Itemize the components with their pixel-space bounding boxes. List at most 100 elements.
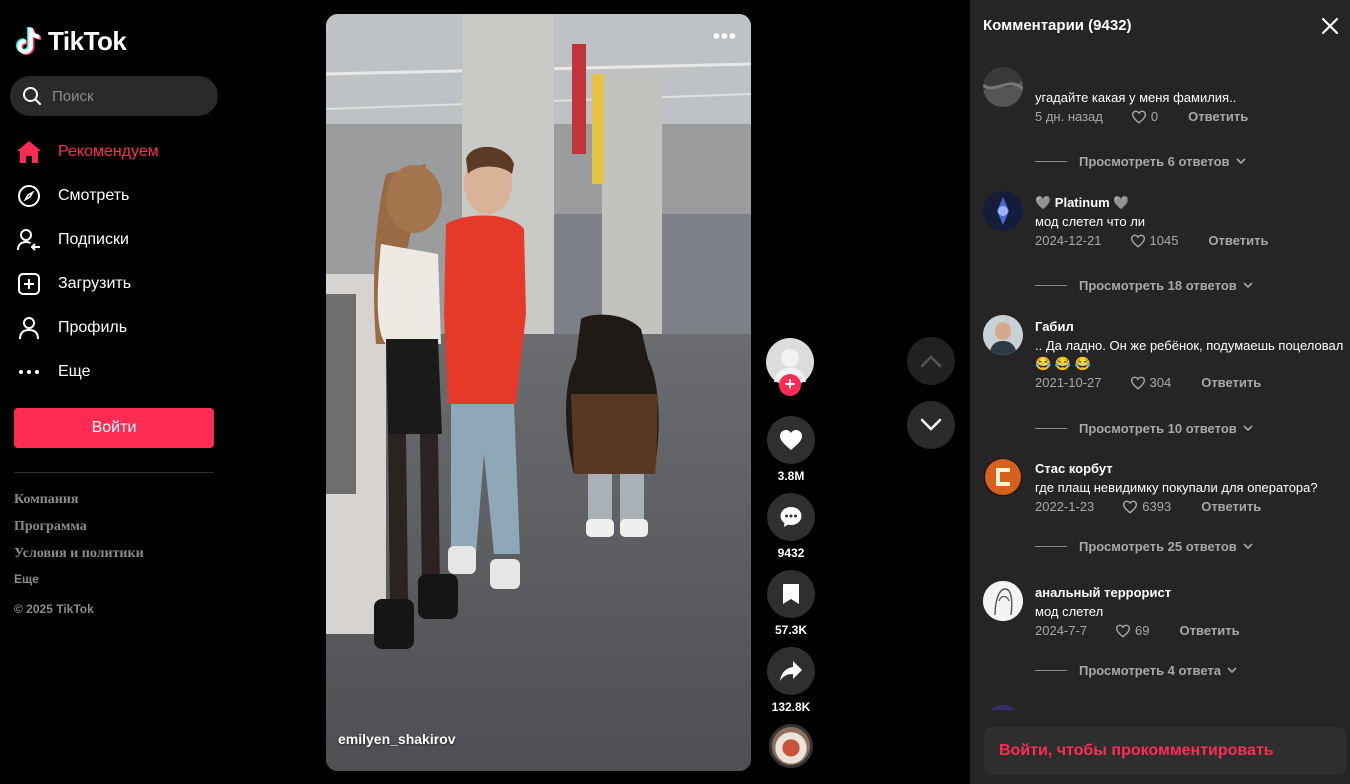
footer-link-company[interactable]: Компания — [14, 490, 144, 517]
reply-button[interactable]: Ответить — [1208, 233, 1268, 248]
replies-divider — [1035, 285, 1067, 286]
comment-username[interactable]: Габил — [1035, 319, 1074, 334]
heart-outline-icon — [1130, 376, 1145, 390]
comment-meta: 5 дн. назад 0 Ответить — [1035, 109, 1248, 124]
comment-like-count: 304 — [1149, 375, 1172, 390]
reply-button[interactable]: Ответить — [1201, 499, 1261, 514]
nav-label-following: Подписки — [58, 231, 129, 248]
comment-like-button[interactable]: 6393 — [1122, 499, 1171, 514]
footer-links: Компания Программа Условия и политики Ещ… — [14, 490, 144, 616]
heart-outline-icon — [1123, 500, 1138, 514]
close-icon[interactable] — [1320, 16, 1340, 36]
video-actions: + 3.8M 9432 57.3K 132.8K — [766, 338, 816, 768]
reply-button[interactable]: Ответить — [1180, 623, 1240, 638]
heart-outline-icon — [1131, 110, 1146, 124]
comment-action[interactable]: 9432 — [766, 493, 816, 564]
comment-icon — [780, 507, 802, 527]
comment-date: 2022-1-23 — [1035, 499, 1095, 514]
commenter-avatar[interactable] — [983, 705, 1023, 710]
bookmark-icon — [783, 584, 799, 604]
view-replies-button[interactable]: Просмотреть 4 ответа — [1035, 663, 1237, 678]
commenter-avatar[interactable] — [983, 67, 1023, 107]
logo-wordmark: TikTok — [48, 25, 127, 56]
video-more-button[interactable]: ••• — [713, 26, 737, 49]
comment-button[interactable] — [767, 493, 815, 541]
footer-link-more[interactable]: Еще — [14, 571, 144, 602]
upload-icon — [16, 271, 42, 297]
nav-item-upload[interactable]: Загрузить — [16, 262, 216, 306]
creator-avatar[interactable]: + — [766, 338, 814, 396]
share-action[interactable]: 132.8K — [766, 647, 816, 718]
search-input[interactable]: Поиск — [10, 76, 218, 116]
heart-outline-icon — [1130, 234, 1145, 248]
chevron-down-icon — [1227, 667, 1237, 674]
view-replies-button[interactable]: Просмотреть 18 ответов — [1035, 278, 1253, 293]
comment-meta: 2024-12-21 1045 Ответить — [1035, 233, 1269, 248]
video-frame — [326, 14, 751, 771]
view-replies-button[interactable]: Просмотреть 10 ответов — [1035, 421, 1253, 436]
reply-button[interactable]: Ответить — [1188, 109, 1248, 124]
comment-like-count: 6393 — [1142, 499, 1172, 514]
compass-icon — [16, 183, 42, 209]
nav-item-explore[interactable]: Смотреть — [16, 174, 216, 218]
nav-label-recommended: Рекомендуем — [58, 143, 159, 160]
nav-item-following[interactable]: Подписки — [16, 218, 216, 262]
comment-text: угадайте какая у меня фамилия.. — [1035, 90, 1237, 105]
home-icon — [16, 139, 42, 165]
comment-date: 5 дн. назад — [1035, 109, 1103, 124]
view-replies-label: Просмотреть 10 ответов — [1079, 421, 1237, 436]
view-replies-label: Просмотреть 4 ответа — [1079, 663, 1221, 678]
nav-item-profile[interactable]: Профиль — [16, 306, 216, 350]
share-icon — [780, 661, 802, 681]
tiktok-logo-icon — [16, 27, 41, 55]
comment-username[interactable]: Стас корбут — [1035, 461, 1113, 476]
comment-like-button[interactable]: 0 — [1131, 109, 1158, 124]
video-player[interactable]: ••• emilyen_shakirov — [326, 14, 751, 771]
video-author[interactable]: emilyen_shakirov — [338, 731, 456, 747]
footer-link-terms[interactable]: Условия и политики — [14, 544, 144, 571]
tiktok-logo[interactable]: TikTok — [16, 24, 127, 58]
comment-meta: 2021-10-27 304 Ответить — [1035, 375, 1261, 390]
footer-link-program[interactable]: Программа — [14, 517, 144, 544]
more-icon — [16, 359, 42, 385]
following-icon — [16, 227, 42, 253]
avatar-image — [983, 457, 1023, 497]
nav-item-recommended[interactable]: Рекомендуем — [16, 130, 216, 174]
comment-like-button[interactable]: 304 — [1130, 375, 1172, 390]
reply-button[interactable]: Ответить — [1201, 375, 1261, 390]
comment-like-button[interactable]: 69 — [1115, 623, 1150, 638]
comment-meta: 2024-7-7 69 Ответить — [1035, 623, 1240, 638]
next-video-button[interactable] — [907, 401, 955, 449]
follow-button[interactable]: + — [779, 374, 801, 396]
comment-like-button[interactable]: 1045 — [1130, 233, 1178, 248]
view-replies-label: Просмотреть 18 ответов — [1079, 278, 1237, 293]
commenter-avatar[interactable] — [983, 191, 1023, 231]
login-to-comment-button[interactable]: Войти, чтобы прокомментировать — [984, 727, 1346, 775]
nav-label-more: Еще — [58, 363, 91, 380]
like-action[interactable]: 3.8M — [766, 416, 816, 487]
commenter-avatar[interactable] — [983, 315, 1023, 355]
comments-list: угадайте какая у меня фамилия.. 5 дн. на… — [970, 60, 1350, 710]
sidebar: TikTok Поиск Рекомендуем Смотреть Подпис… — [0, 0, 230, 784]
replies-divider — [1035, 428, 1067, 429]
share-button[interactable] — [767, 647, 815, 695]
save-button[interactable] — [767, 570, 815, 618]
previous-video-button[interactable] — [907, 337, 955, 385]
login-button[interactable]: Войти — [14, 408, 214, 448]
nav-label-upload: Загрузить — [58, 275, 132, 292]
commenter-avatar[interactable] — [983, 457, 1023, 497]
view-replies-button[interactable]: Просмотреть 6 ответов — [1035, 154, 1246, 169]
save-action[interactable]: 57.3K — [766, 570, 816, 641]
view-replies-button[interactable]: Просмотреть 25 ответов — [1035, 539, 1253, 554]
comment-date: 2021-10-27 — [1035, 375, 1102, 390]
save-count: 57.3K — [774, 623, 808, 637]
commenter-avatar[interactable] — [983, 581, 1023, 621]
nav-item-more[interactable]: Еще — [16, 350, 216, 394]
comment-date: 2024-12-21 — [1035, 233, 1102, 248]
music-disc-icon[interactable] — [769, 724, 813, 768]
comment-text: мод слетел — [1035, 604, 1104, 619]
like-button[interactable] — [767, 416, 815, 464]
comment-username[interactable]: 🩶 Platinum 🩶 — [1035, 195, 1130, 211]
comment-like-count: 0 — [1150, 109, 1159, 124]
comment-username[interactable]: анальный террорист — [1035, 585, 1171, 600]
